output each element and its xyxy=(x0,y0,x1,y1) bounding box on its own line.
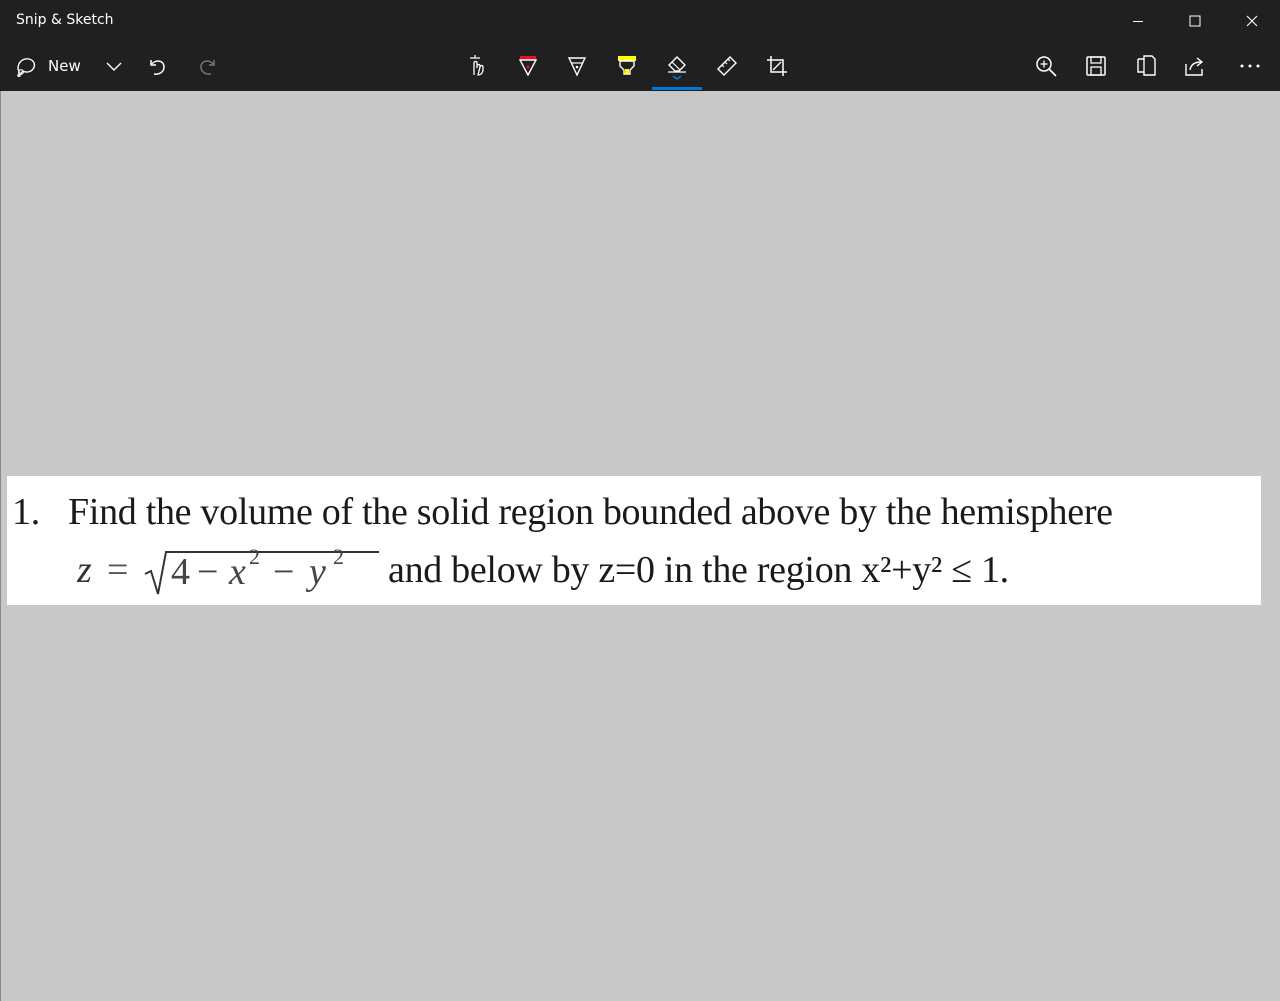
maximize-button[interactable] xyxy=(1166,0,1223,42)
save-button[interactable] xyxy=(1080,42,1112,90)
equation-equals: = xyxy=(107,549,128,591)
minimize-icon xyxy=(1132,21,1143,22)
highlighter-button[interactable] xyxy=(611,42,643,90)
problem-text-line-2: and below by z=0 in the region x²+y² ≤ 1… xyxy=(388,549,1009,591)
pencil-button[interactable] xyxy=(561,42,593,90)
snipped-image: 1. Find the volume of the solid region bo… xyxy=(7,476,1261,605)
crop-button[interactable] xyxy=(761,42,793,90)
toolbar: New xyxy=(0,42,1280,91)
zoom-in-icon xyxy=(1036,56,1057,77)
share-button[interactable] xyxy=(1179,42,1211,90)
highlighter-icon xyxy=(618,56,636,75)
radicand-x-exponent: 2 xyxy=(249,544,260,569)
save-icon xyxy=(1086,56,1106,76)
radicand-y: y xyxy=(305,551,326,593)
problem-line-2: z = 4 − x 2 − y 2 and below by z=0 in th… xyxy=(77,544,1009,602)
new-snip-dropdown[interactable] xyxy=(100,42,128,90)
more-button[interactable] xyxy=(1234,42,1266,90)
close-button[interactable] xyxy=(1223,0,1280,42)
chevron-down-icon xyxy=(106,62,122,71)
new-button-label: New xyxy=(48,57,81,75)
ballpoint-pen-button[interactable] xyxy=(512,42,544,90)
ruler-icon xyxy=(717,56,737,76)
crop-icon xyxy=(767,56,787,76)
copy-button[interactable] xyxy=(1130,42,1162,90)
problem-text-line-1: Find the volume of the solid region boun… xyxy=(68,491,1113,533)
new-button[interactable]: New xyxy=(14,42,96,90)
eraser-icon xyxy=(668,56,686,80)
radicand-x: x xyxy=(228,551,246,593)
problem-number: 1. xyxy=(12,491,40,533)
copy-icon xyxy=(1137,55,1156,76)
ballpoint-pen-icon xyxy=(518,56,538,77)
minimize-button[interactable] xyxy=(1109,0,1166,42)
active-tool-indicator xyxy=(652,87,702,90)
undo-button[interactable] xyxy=(142,42,172,90)
radicand-minus-1: − xyxy=(197,551,218,593)
problem-line-1: 1. Find the volume of the solid region bo… xyxy=(12,490,1113,534)
close-icon xyxy=(1246,15,1257,27)
ruler-button[interactable] xyxy=(711,42,743,90)
more-icon xyxy=(1240,64,1260,68)
touch-writing-icon xyxy=(470,55,484,76)
equation-z: z xyxy=(77,549,92,591)
zoom-button[interactable] xyxy=(1030,42,1062,90)
radicand-4: 4 xyxy=(171,551,190,593)
undo-icon xyxy=(150,60,165,75)
radicand-y-exponent: 2 xyxy=(333,544,344,569)
redo-button[interactable] xyxy=(193,42,223,90)
title-bar: Snip & Sketch xyxy=(0,0,1280,42)
touch-writing-button[interactable] xyxy=(462,42,494,90)
radicand-minus-2: − xyxy=(273,551,294,593)
eraser-button[interactable] xyxy=(661,42,693,90)
redo-icon xyxy=(200,60,215,75)
share-icon xyxy=(1185,57,1204,76)
app-title: Snip & Sketch xyxy=(16,12,114,28)
new-snip-icon xyxy=(17,58,36,77)
pencil-icon xyxy=(567,57,587,77)
maximize-icon xyxy=(1189,15,1200,27)
hemisphere-equation: z = 4 − x 2 − y 2 xyxy=(77,544,379,595)
